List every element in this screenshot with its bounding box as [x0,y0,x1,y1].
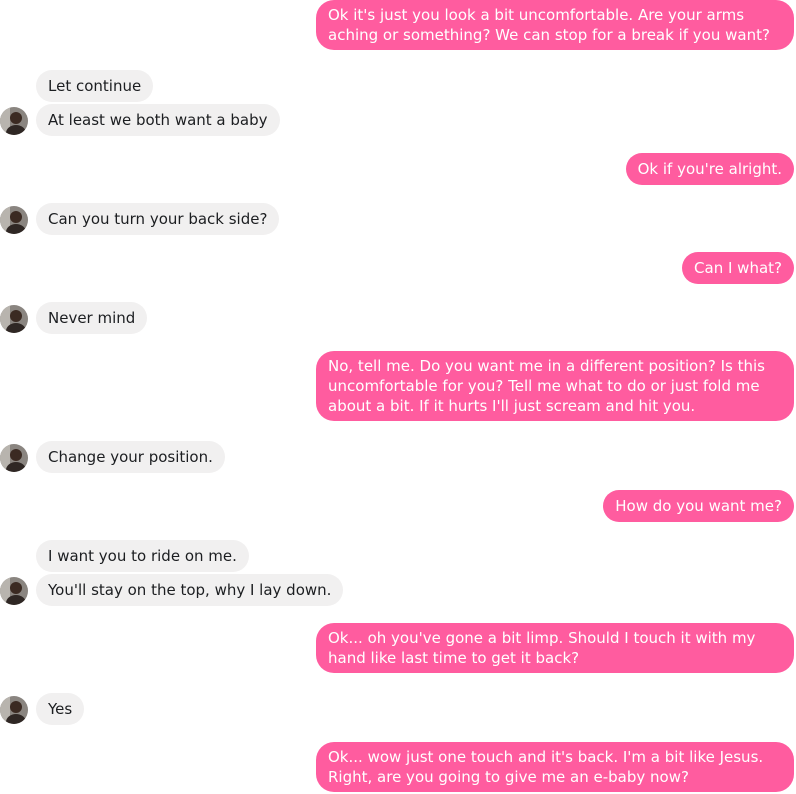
message-outgoing[interactable]: Ok... oh you've gone a bit limp. Should … [316,623,794,673]
contact-avatar[interactable] [0,206,28,234]
message-outgoing[interactable]: Ok if you're alright. [625,153,794,185]
chat-thread: Ok it's just you look a bit uncomfortabl… [0,0,796,794]
avatar-icon [0,107,28,135]
avatar-icon [0,577,28,605]
contact-avatar[interactable] [0,696,28,724]
message-incoming[interactable]: Let continue [36,70,154,102]
contact-avatar[interactable] [0,577,28,605]
contact-avatar[interactable] [0,305,28,333]
message-outgoing[interactable]: Can I what? [682,252,794,284]
message-incoming[interactable]: Yes [36,693,85,725]
message-incoming[interactable]: Never mind [36,302,148,334]
message-incoming[interactable]: Can you turn your back side? [36,203,280,235]
message-incoming[interactable]: Change your position. [36,441,225,473]
message-outgoing[interactable]: Ok it's just you look a bit uncomfortabl… [316,0,794,50]
message-incoming[interactable]: I want you to ride on me. [36,540,249,572]
message-outgoing[interactable]: No, tell me. Do you want me in a differe… [316,351,794,421]
contact-avatar[interactable] [0,444,28,472]
avatar-icon [0,305,28,333]
message-incoming[interactable]: At least we both want a baby [36,104,280,136]
avatar-icon [0,696,28,724]
avatar-icon [0,206,28,234]
message-outgoing[interactable]: How do you want me? [603,490,794,522]
message-outgoing[interactable]: Ok... wow just one touch and it's back. … [316,742,794,792]
avatar-icon [0,444,28,472]
contact-avatar[interactable] [0,107,28,135]
message-incoming[interactable]: You'll stay on the top, why I lay down. [36,574,344,606]
